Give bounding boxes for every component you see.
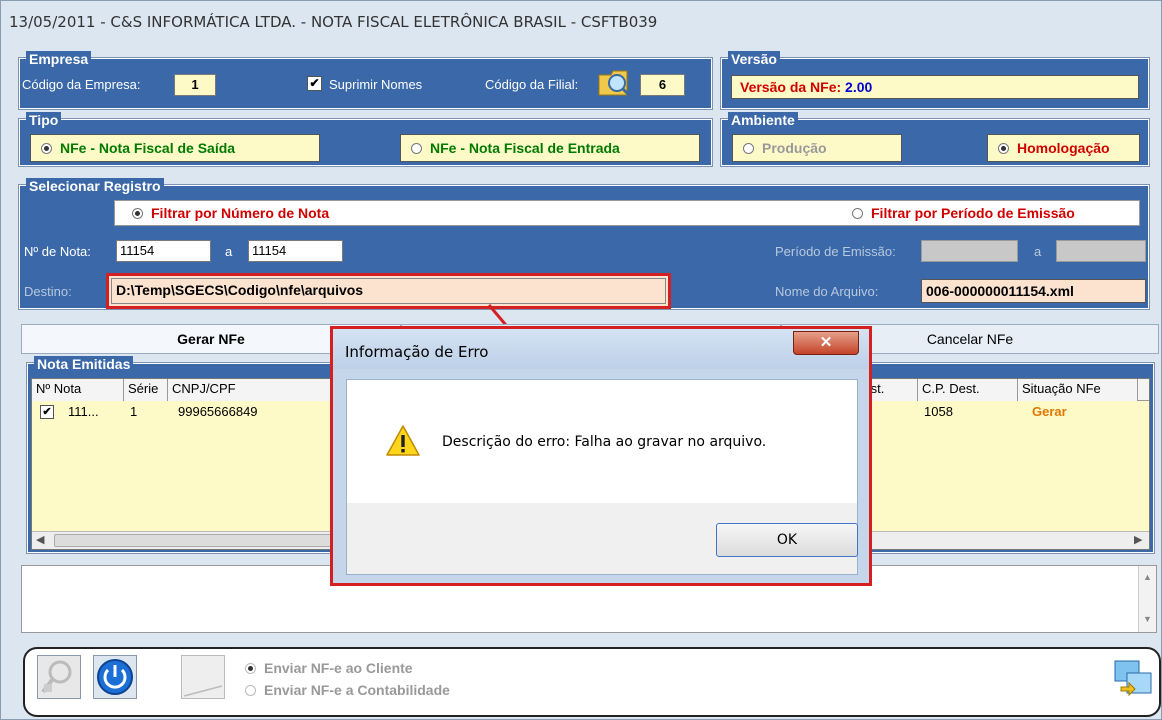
ok-button[interactable]: OK [716, 523, 858, 557]
homologacao-label: Homologação [1017, 140, 1110, 156]
nota-from-input[interactable]: 11154 [116, 240, 211, 262]
scroll-up-icon[interactable]: ▲ [1143, 572, 1152, 582]
search-key-button[interactable] [37, 655, 81, 699]
destino-value: D:\Temp\SGECS\Codigo\nfe\arquivos [111, 278, 666, 304]
radio-selected-icon [245, 663, 256, 674]
tab-cancelar-nfe-label: Cancelar NFe [926, 331, 1014, 347]
nfe-saida-radio[interactable]: NFe - Nota Fiscal de Saída [30, 134, 320, 162]
arquivo-label: Nome do Arquivo: [775, 284, 879, 299]
ambiente-legend: Ambiente [728, 112, 798, 128]
codigo-filial-label: Código da Filial: [485, 77, 579, 92]
radio-unselected-icon [411, 143, 422, 154]
destino-field[interactable]: D:\Temp\SGECS\Codigo\nfe\arquivos [106, 273, 671, 309]
periodo-to-input[interactable] [1056, 240, 1146, 262]
homologacao-radio[interactable]: Homologação [987, 134, 1140, 162]
nota-to-input[interactable]: 11154 [248, 240, 343, 262]
scroll-down-icon[interactable]: ▼ [1143, 614, 1152, 624]
scroll-left-icon[interactable]: ◀ [36, 533, 44, 546]
nfe-entrada-label: NFe - Nota Fiscal de Entrada [430, 140, 620, 156]
versao-legend: Versão [728, 51, 780, 67]
dialog-close-button[interactable]: ✕ [793, 331, 859, 355]
versao-value: 2.00 [845, 79, 873, 95]
filtro-periodo-label: Filtrar por Período de Emissão [871, 205, 1075, 221]
dialog-message: Descrição do erro: Falha ao gravar no ar… [442, 434, 767, 450]
row-cp-dest: 1058 [924, 404, 953, 419]
col-serie[interactable]: Série [124, 379, 168, 401]
col-nota[interactable]: Nº Nota [32, 379, 124, 401]
col-situacao[interactable]: Situação NFe [1018, 379, 1138, 401]
scroll-right-icon[interactable]: ▶ [1134, 533, 1142, 546]
filtro-numero-label: Filtrar por Número de Nota [151, 205, 330, 221]
codigo-empresa-label: Código da Empresa: [22, 77, 141, 92]
nfe-saida-label: NFe - Nota Fiscal de Saída [60, 140, 236, 156]
periodo-from-input[interactable] [921, 240, 1018, 262]
row-cnpj: 99965666849 [178, 404, 258, 419]
radio-unselected-icon [245, 685, 256, 696]
power-button[interactable] [93, 655, 137, 699]
producao-label: Produção [762, 140, 827, 156]
row-checkbox[interactable]: ✔ [40, 405, 54, 419]
radio-selected-icon [132, 208, 143, 219]
warning-icon [385, 424, 421, 458]
window-title: 13/05/2011 - C&S INFORMÁTICA LTDA. - NOT… [9, 13, 658, 31]
col-cp-dest[interactable]: C.P. Dest. [918, 379, 1018, 401]
selecionar-group: Selecionar Registro Filtrar por Número d… [19, 178, 1149, 309]
tab-gerar-nfe-label: Gerar NFe [177, 331, 245, 347]
send-button[interactable] [181, 655, 225, 699]
dialog-body: Descrição do erro: Falha ao gravar no ar… [346, 379, 858, 503]
exchange-button[interactable] [1113, 657, 1153, 697]
error-dialog: Informação de Erro ✕ Descrição do erro: … [330, 326, 872, 586]
nfe-entrada-radio[interactable]: NFe - Nota Fiscal de Entrada [400, 134, 700, 162]
periodo-label: Período de Emissão: [775, 244, 896, 259]
empresa-group: Empresa Código da Empresa: 1 ✔ Suprimir … [19, 51, 712, 109]
selecionar-legend: Selecionar Registro [26, 178, 164, 194]
scrollbar-thumb[interactable] [54, 534, 334, 547]
versao-group: Versão Versão da NFe: 2.00 [721, 51, 1149, 109]
periodo-a-label: a [1034, 244, 1042, 259]
tipo-legend: Tipo [26, 112, 62, 128]
col-cnpj[interactable]: CNPJ/CPF [168, 379, 338, 401]
vertical-scrollbar[interactable]: ▲ ▼ [1138, 566, 1156, 632]
codigo-empresa-field[interactable]: 1 [174, 74, 216, 96]
empresa-legend: Empresa [26, 51, 92, 67]
ambiente-group: Ambiente Produção Homologação [721, 112, 1149, 166]
notas-legend: Nota Emitidas [34, 356, 134, 372]
suprimir-label: Suprimir Nomes [329, 77, 423, 92]
bottom-toolbar: Enviar NF-e ao Cliente Enviar NF-e a Con… [23, 647, 1161, 717]
nota-a-label: a [225, 244, 233, 259]
destino-label: Destino: [24, 284, 72, 299]
row-nota: 111... [68, 404, 99, 419]
radio-selected-icon [998, 143, 1009, 154]
nota-label: Nº de Nota: [24, 244, 91, 259]
versao-field: Versão da NFe: 2.00 [731, 75, 1139, 99]
versao-label: Versão da NFe: [740, 79, 846, 95]
dialog-title: Informação de Erro [345, 343, 489, 361]
radio-selected-icon [41, 143, 52, 154]
enviar-cliente-label: Enviar NF-e ao Cliente [264, 660, 413, 676]
close-icon: ✕ [819, 334, 833, 351]
filtro-periodo-radio[interactable]: Filtrar por Período de Emissão [852, 203, 1075, 223]
filtro-numero-radio[interactable]: Filtrar por Número de Nota [132, 203, 329, 223]
enviar-cliente-radio[interactable]: Enviar NF-e ao Cliente [245, 659, 413, 677]
suprimir-checkbox[interactable]: ✔ [307, 76, 322, 91]
producao-radio[interactable]: Produção [732, 134, 902, 162]
radio-unselected-icon [743, 143, 754, 154]
enviar-contabilidade-label: Enviar NF-e a Contabilidade [264, 682, 450, 698]
dialog-titlebar: Informação de Erro ✕ [333, 329, 869, 369]
search-filial-icon[interactable] [597, 65, 637, 99]
tipo-group: Tipo NFe - Nota Fiscal de Saída NFe - No… [19, 112, 712, 166]
arquivo-field[interactable]: 006-000000011154.xml [921, 279, 1146, 303]
codigo-filial-field[interactable]: 6 [640, 74, 685, 96]
enviar-contabilidade-radio[interactable]: Enviar NF-e a Contabilidade [245, 681, 450, 699]
row-situacao: Gerar [1032, 404, 1067, 419]
row-serie: 1 [130, 404, 138, 419]
radio-unselected-icon [852, 208, 863, 219]
